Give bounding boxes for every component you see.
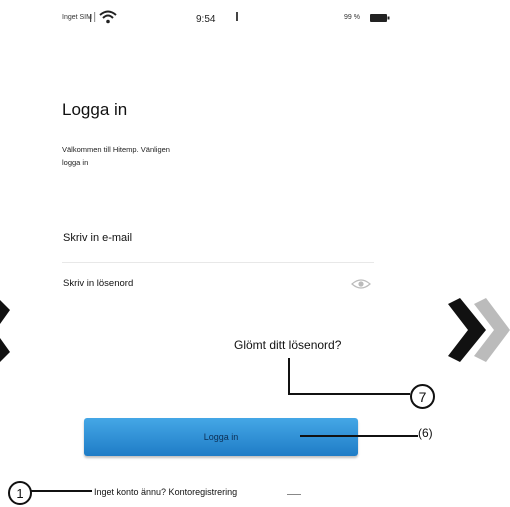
callout-line-forgot [288,358,410,395]
welcome-text: Välkommen till Hitemp. Vänligen logga in [62,143,232,169]
page-title: Logga in [62,100,128,119]
forgot-password-link[interactable]: Glömt ditt lösenord? [234,338,341,352]
callout-number-1: 1 [8,481,32,505]
wifi-icon [99,10,117,24]
battery-percent: 99 % [344,14,360,21]
chevron-left-icon[interactable] [0,300,14,364]
register-dash [287,494,301,495]
chevron-right-icon[interactable] [446,296,510,364]
status-bar: Inget SIM 9:54 99 % [0,0,510,40]
carrier-label: Inget SIM [62,14,92,21]
callout-number-7: 7 [410,384,435,409]
callout-line-button [300,435,418,437]
clock: 9:54 [196,14,216,25]
callout-line-register [30,490,92,492]
welcome-line-1: Välkommen till Hitemp. Vänligen [62,145,170,154]
email-underline [62,262,374,263]
register-link[interactable]: Inget konto ännu? Kontoregistrering [94,487,237,497]
battery-icon [370,14,390,22]
status-divider [236,12,238,21]
eye-icon[interactable] [351,277,371,291]
callout-number-6: (6) [418,426,433,440]
signal-icon [90,12,96,22]
email-field[interactable]: Skriv in e-mail [63,232,132,244]
password-field[interactable]: Skriv in lösenord [63,278,133,289]
welcome-line-2: logga in [62,158,89,167]
